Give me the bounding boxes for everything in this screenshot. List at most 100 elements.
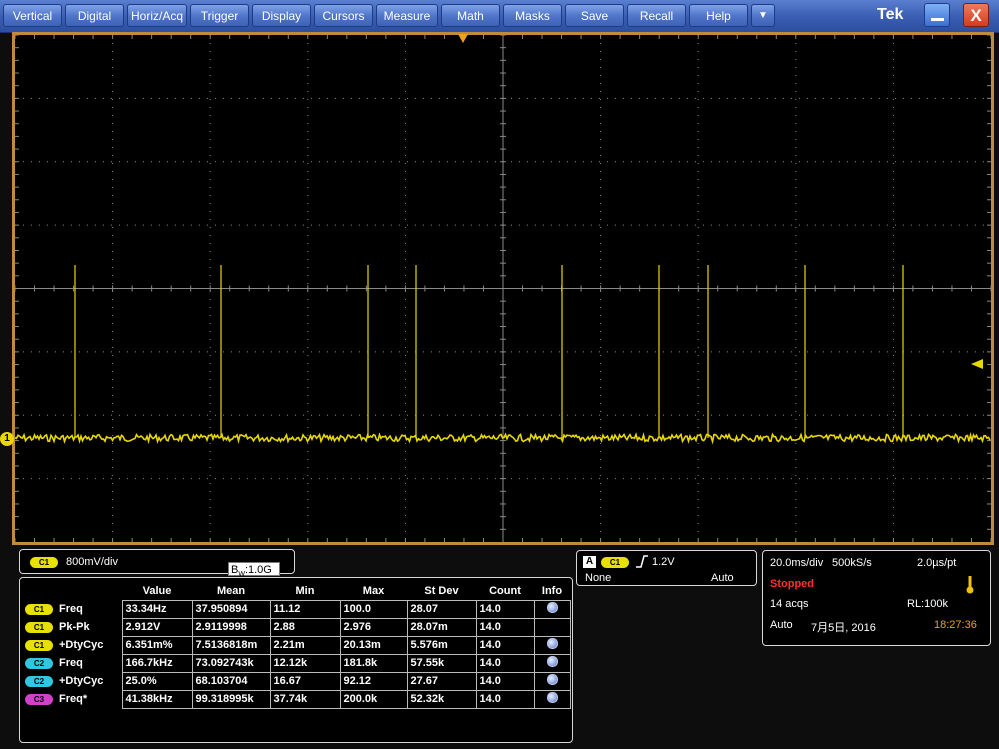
ch1-badge: C1 [30, 557, 58, 568]
measurement-min-cell: 2.21m [269, 635, 341, 655]
measurement-stdev-cell: 28.07 [406, 599, 477, 619]
trigger-position-marker-icon[interactable] [458, 34, 468, 43]
acquisition-state: Stopped [770, 578, 814, 590]
menu-horiz-acq[interactable]: Horiz/Acq [127, 4, 187, 27]
measurement-type: Pk-Pk [59, 621, 90, 633]
measurement-row[interactable]: C1 Freq 33.34Hz 37.950894 11.12 100.0 28.07 14.… [22, 599, 571, 619]
measurement-info-cell[interactable] [533, 599, 571, 619]
menu-recall[interactable]: Recall [627, 4, 686, 27]
waveform-graticule[interactable] [14, 34, 992, 542]
measurement-mean-cell: 99.318995k [191, 689, 271, 709]
thermometer-icon [966, 576, 974, 594]
measurement-stdev-cell: 5.576m [406, 635, 477, 655]
trigger-readout[interactable]: A C1 1.2V None Auto [576, 550, 757, 586]
info-icon[interactable] [546, 692, 558, 703]
measurement-max-cell: 181.8k [339, 653, 408, 673]
measurement-source-badge: C2 [25, 675, 53, 687]
info-icon[interactable] [546, 674, 558, 685]
bandwidth-limit-readout: BW:1.0G [228, 562, 280, 578]
measurement-info-cell[interactable] [533, 653, 571, 673]
measurement-max-cell: 100.0 [339, 599, 408, 619]
menu-masks[interactable]: Masks [503, 4, 562, 27]
menu-measure[interactable]: Measure [376, 4, 438, 27]
measurement-info-cell[interactable] [533, 635, 571, 655]
measurement-label-cell: C3 Freq* [22, 690, 122, 708]
minimize-button[interactable] [924, 3, 950, 27]
measurement-count-cell: 14.0 [475, 635, 535, 655]
ch1-ground-marker[interactable]: 1 [0, 432, 14, 446]
readout-area: C1 800mV/div BW:1.0G Value Mean Min Max … [0, 545, 999, 749]
record-length: RL:100k [907, 598, 948, 610]
measurement-count-cell: 14.0 [475, 599, 535, 619]
measurement-type: +DtyCyc [59, 639, 104, 651]
measurement-source-badge: C3 [25, 693, 53, 705]
menu-display[interactable]: Display [252, 4, 311, 27]
trigger-channel-badge: C1 [601, 557, 629, 568]
measurement-info-cell [533, 617, 571, 637]
measurement-label-cell: C1 Freq [22, 600, 122, 618]
channel-scale-readout[interactable]: C1 800mV/div BW:1.0G [19, 549, 295, 578]
measurement-row[interactable]: C3 Freq* 41.38kHz 99.318995k 37.74k 200.0k 52.… [22, 689, 571, 709]
measurement-label-cell: C1 Pk-Pk [22, 618, 122, 636]
measurement-count-cell: 14.0 [475, 689, 535, 709]
acquisition-readout[interactable]: 20.0ms/div 500kS/s 2.0µs/pt Stopped 14 a… [762, 550, 991, 646]
trigger-source-letter: A [583, 556, 596, 568]
measurement-type: Freq [59, 657, 83, 669]
measurement-info-cell[interactable] [533, 689, 571, 709]
measurement-source-badge: C1 [25, 621, 53, 633]
sample-rate-readout: 500kS/s [832, 557, 872, 569]
measurement-max-cell: 92.12 [339, 671, 408, 691]
waveform-display [14, 34, 992, 542]
info-icon[interactable] [546, 638, 558, 649]
measurement-source-badge: C2 [25, 657, 53, 669]
menu-vertical[interactable]: Vertical [3, 4, 62, 27]
measurement-max-cell: 20.13m [339, 635, 408, 655]
acquisition-count: 14 acqs [770, 598, 809, 610]
measurement-count-cell: 14.0 [475, 617, 535, 637]
measurement-label-cell: C2 Freq [22, 654, 122, 672]
close-button[interactable]: X [963, 3, 989, 27]
measurement-min-cell: 37.74k [269, 689, 341, 709]
info-icon[interactable] [546, 656, 558, 667]
ch1-scale: 800mV/div [66, 556, 118, 568]
col-value-header: Value [142, 584, 172, 597]
menu-digital[interactable]: Digital [65, 4, 124, 27]
menu-math[interactable]: Math [441, 4, 500, 27]
measurement-info-cell[interactable] [533, 671, 571, 691]
col-mean-header: Mean [216, 584, 246, 597]
measurement-count-cell: 14.0 [475, 671, 535, 691]
measurement-row[interactable]: C2 Freq 166.7kHz 73.092743k 12.12k 181.8k 57.5… [22, 653, 571, 673]
measurement-row[interactable]: C2 +DtyCyc 25.0% 68.103704 16.67 92.12 27.67 14… [22, 671, 571, 691]
measurement-value-cell: 33.34Hz [121, 599, 193, 619]
measurement-min-cell: 16.67 [269, 671, 341, 691]
measurement-stdev-cell: 52.32k [406, 689, 477, 709]
tek-logo: Tek [877, 6, 904, 23]
measurement-value-cell: 166.7kHz [121, 653, 193, 673]
measurement-value-cell: 6.351m% [121, 635, 193, 655]
menu-dropdown-icon[interactable]: ▼ [751, 4, 775, 27]
measurement-value-cell: 25.0% [121, 671, 193, 691]
measurement-count-cell: 14.0 [475, 653, 535, 673]
col-info-header: Info [541, 584, 563, 597]
measurement-mean-cell: 2.9119998 [191, 617, 271, 637]
menu-cursors[interactable]: Cursors [314, 4, 373, 27]
measurement-source-badge: C1 [25, 603, 53, 615]
measurement-stdev-cell: 27.67 [406, 671, 477, 691]
measurement-min-cell: 2.88 [269, 617, 341, 637]
trigger-level: 1.2V [652, 556, 675, 568]
measurement-label-cell: C1 +DtyCyc [22, 636, 122, 654]
menu-save[interactable]: Save [565, 4, 624, 27]
measurement-table: Value Mean Min Max St Dev Count Info C1 F… [22, 582, 571, 709]
rising-edge-icon [636, 555, 648, 568]
measurement-value-cell: 41.38kHz [121, 689, 193, 709]
measurement-row[interactable]: C1 +DtyCyc 6.351m% 7.5136818m 2.21m 20.13m 5.5… [22, 635, 571, 655]
menu-trigger[interactable]: Trigger [190, 4, 249, 27]
info-icon[interactable] [546, 602, 558, 613]
timebase-readout: 20.0ms/div [770, 557, 824, 569]
measurement-row[interactable]: C1 Pk-Pk 2.912V 2.9119998 2.88 2.976 28.07m 14.… [22, 617, 571, 637]
measurement-type: +DtyCyc [59, 675, 104, 687]
col-max-header: Max [362, 584, 385, 597]
time-per-point-readout: 2.0µs/pt [917, 557, 957, 569]
trigger-level-marker-icon[interactable] [971, 359, 983, 369]
menu-help[interactable]: Help [689, 4, 748, 27]
